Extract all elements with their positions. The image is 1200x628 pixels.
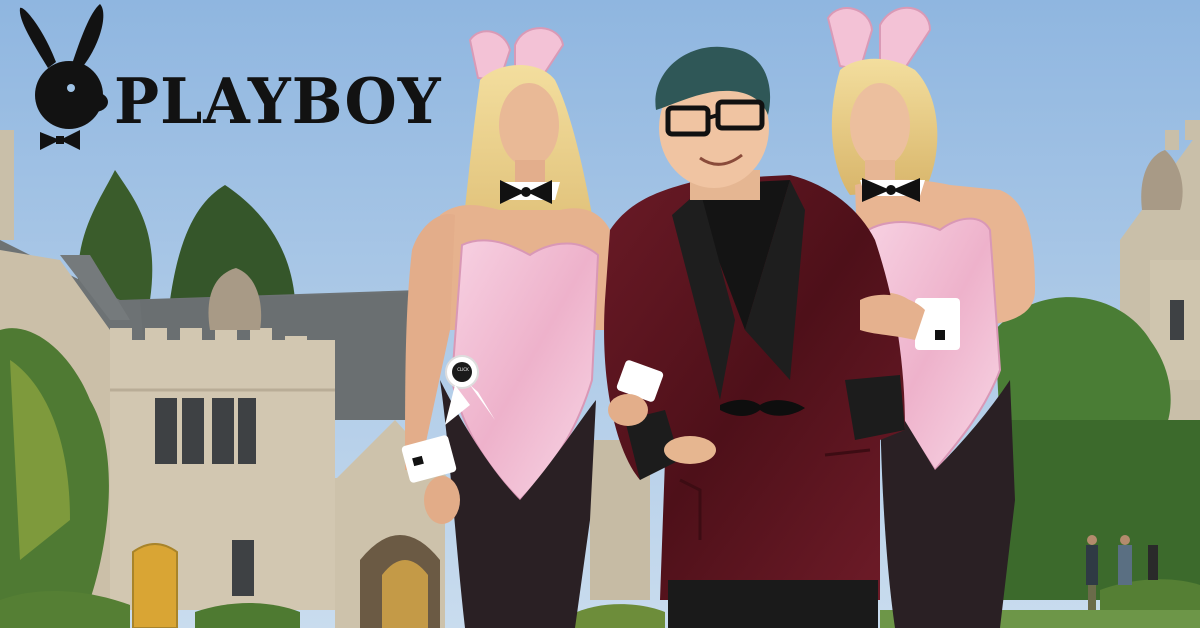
- rosette-badge-text: CLICK: [457, 367, 469, 372]
- rabbit-head-bowtie-icon: [19, 4, 108, 150]
- photo-scene: PLAYBOY CLICK: [0, 0, 1200, 628]
- playboy-brand-lockup: PLAYBOY: [14, 0, 474, 160]
- brand-wordmark: PLAYBOY: [114, 65, 442, 139]
